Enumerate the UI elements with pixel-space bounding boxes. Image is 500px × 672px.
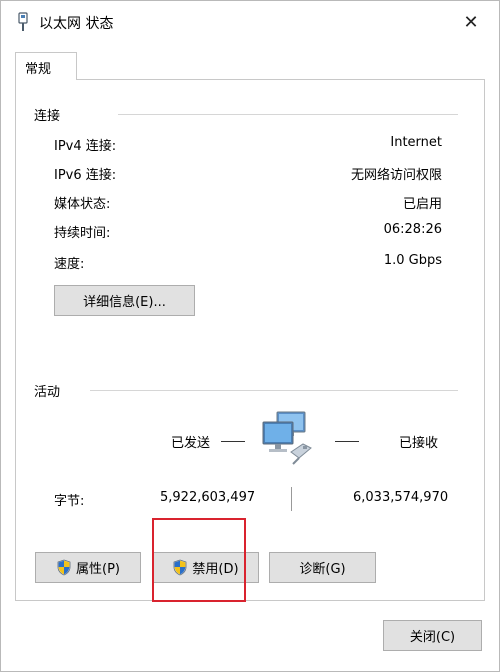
properties-button[interactable]: 属性(P) (35, 552, 141, 583)
received-label: 已接收 (399, 436, 439, 451)
details-button-label: 详细信息(E)... (83, 295, 166, 310)
connection-group-title: 连接 (34, 105, 61, 124)
bytes-received-value: 6,033,574,970 (353, 490, 449, 505)
speed-value: 1.0 Gbps (383, 253, 442, 268)
sent-label: 已发送 (171, 436, 211, 451)
received-dash (335, 441, 359, 442)
bytes-divider (291, 487, 292, 511)
window-title: 以太网 状态 (39, 16, 114, 32)
diagnose-button-label: 诊断(G) (299, 562, 346, 577)
close-button[interactable]: 关闭(C) (383, 620, 482, 651)
close-icon: ✕ (463, 11, 479, 33)
ipv4-label: IPv4 连接: (54, 139, 117, 154)
speed-label: 速度: (54, 257, 85, 272)
uac-shield-icon (57, 559, 71, 576)
ethernet-status-dialog: 以太网 状态 ✕ 常规 连接 IPv4 连接: Internet IPv6 连接… (0, 0, 500, 672)
bytes-sent-value: 5,922,603,497 (160, 490, 256, 505)
properties-button-label: 属性(P) (76, 562, 120, 577)
ipv6-value: 无网络访问权限 (350, 168, 442, 183)
highlight-annotation (152, 518, 246, 602)
activity-group-title: 活动 (34, 381, 61, 400)
general-tab-panel (15, 79, 485, 601)
diagnose-button[interactable]: 诊断(G) (269, 552, 376, 583)
details-button[interactable]: 详细信息(E)... (54, 285, 195, 316)
tab-general[interactable]: 常规 (15, 52, 77, 80)
connection-group-divider (118, 114, 458, 115)
activity-group-divider (90, 390, 458, 391)
network-computers-icon (262, 411, 312, 465)
duration-value: 06:28:26 (383, 222, 442, 237)
title-bar[interactable]: 以太网 状态 ✕ (1, 1, 499, 43)
close-button-label: 关闭(C) (409, 630, 456, 645)
close-window-button[interactable]: ✕ (453, 7, 489, 37)
tab-general-label: 常规 (25, 62, 52, 77)
sent-dash (221, 441, 245, 442)
ipv4-value: Internet (390, 135, 442, 150)
duration-label: 持续时间: (54, 226, 111, 241)
ipv6-label: IPv6 连接: (54, 168, 117, 183)
network-adapter-icon (18, 12, 28, 31)
media-state-value: 已启用 (402, 197, 442, 212)
bytes-label: 字节: (54, 494, 85, 509)
media-state-label: 媒体状态: (54, 197, 111, 212)
